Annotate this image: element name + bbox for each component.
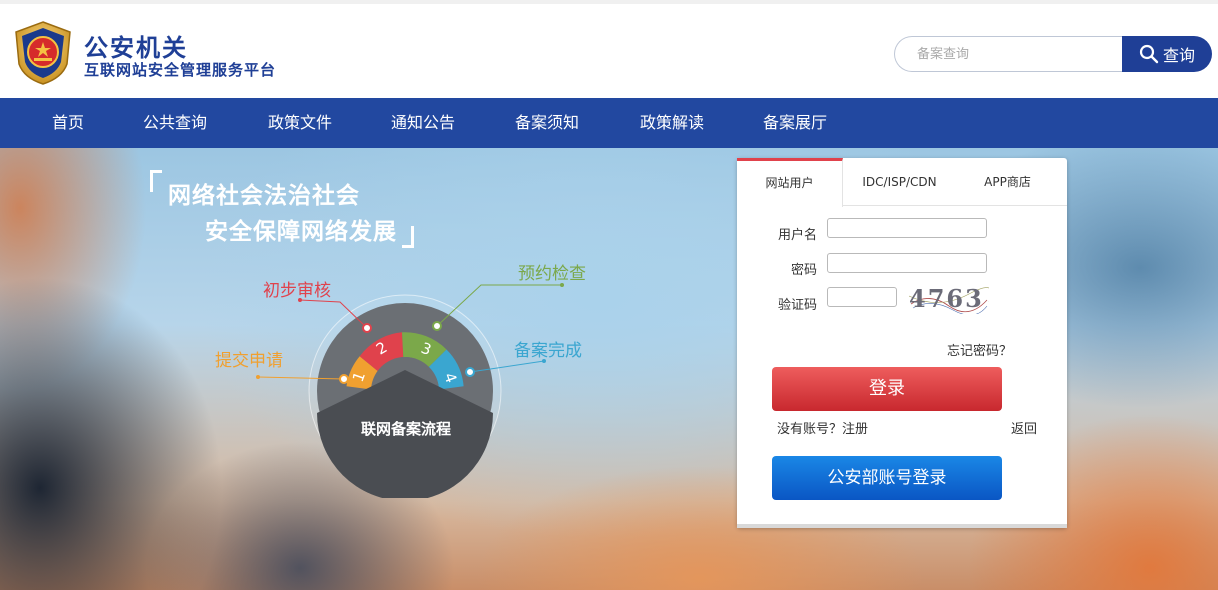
step-4-label: 备案完成 bbox=[514, 341, 582, 361]
bracket-left bbox=[150, 170, 162, 192]
forgot-password-link[interactable]: 忘记密码？ bbox=[947, 340, 1012, 359]
step-2-dot bbox=[362, 323, 372, 333]
register-link[interactable]: 没有账号？注册 bbox=[777, 418, 868, 437]
nav-item-policy-interpretation[interactable]: 政策解读 bbox=[640, 98, 704, 148]
captcha-label: 验证码 bbox=[777, 298, 817, 313]
site-header: 公安机关 互联网站安全管理服务平台 查询 bbox=[0, 0, 1218, 98]
step-1-dot bbox=[339, 374, 349, 384]
back-link[interactable]: 返回 bbox=[1011, 418, 1037, 437]
captcha-image[interactable]: 4763 bbox=[909, 284, 989, 314]
login-tabs: 网站用户 IDC/ISP/CDN APP商店 bbox=[737, 158, 1067, 207]
username-label: 用户名 bbox=[777, 228, 817, 243]
username-field[interactable] bbox=[827, 218, 987, 238]
step-3-dot bbox=[432, 321, 442, 331]
site-subtitle: 互联网站安全管理服务平台 bbox=[84, 61, 277, 79]
captcha-text: 4763 bbox=[909, 284, 984, 313]
hero-slogan-line2: 安全保障网络发展 bbox=[205, 219, 397, 245]
tab-website-user[interactable]: 网站用户 bbox=[737, 158, 843, 207]
flow-center-label: 联网备案流程 bbox=[361, 420, 451, 438]
tab-idc-isp-cdn[interactable]: IDC/ISP/CDN bbox=[847, 158, 952, 206]
nav-item-policy-docs[interactable]: 政策文件 bbox=[268, 98, 332, 148]
search-bar: 查询 bbox=[894, 36, 1212, 72]
nav-item-filing-guide[interactable]: 备案须知 bbox=[515, 98, 579, 148]
mps-account-login-button[interactable]: 公安部账号登录 bbox=[772, 456, 1002, 500]
login-button[interactable]: 登录 bbox=[772, 367, 1002, 411]
search-input[interactable] bbox=[894, 36, 1126, 72]
nav-item-public-query[interactable]: 公共查询 bbox=[143, 98, 207, 148]
site-title: 公安机关 bbox=[84, 34, 188, 62]
search-button[interactable]: 查询 bbox=[1122, 36, 1212, 72]
bracket-right bbox=[402, 226, 414, 248]
captcha-field[interactable] bbox=[827, 287, 897, 307]
password-field[interactable] bbox=[827, 253, 987, 273]
tab-app-store[interactable]: APP商店 bbox=[955, 158, 1060, 206]
step-3-label: 预约检查 bbox=[518, 264, 586, 284]
nav-item-home[interactable]: 首页 bbox=[52, 98, 84, 148]
nav-item-notices[interactable]: 通知公告 bbox=[391, 98, 455, 148]
step-2-label: 初步审核 bbox=[263, 281, 331, 301]
main-nav: 首页 公共查询 政策文件 通知公告 备案须知 政策解读 备案展厅 bbox=[0, 98, 1218, 148]
step-4-dot bbox=[465, 367, 475, 377]
step-1-anchor-dot bbox=[256, 375, 260, 379]
search-icon bbox=[1139, 44, 1159, 64]
hero-slogan-line1: 网络社会法治社会 bbox=[168, 183, 360, 209]
police-emblem-icon[interactable] bbox=[12, 20, 74, 86]
login-panel-shadow bbox=[737, 524, 1067, 528]
step-1-label: 提交申请 bbox=[215, 351, 283, 371]
password-label: 密码 bbox=[790, 263, 817, 278]
search-button-label: 查询 bbox=[1162, 46, 1195, 65]
login-panel: 网站用户 IDC/ISP/CDN APP商店 用户名 密码 验证码 4763 忘… bbox=[737, 158, 1067, 528]
nav-item-filing-gallery[interactable]: 备案展厅 bbox=[763, 98, 827, 148]
